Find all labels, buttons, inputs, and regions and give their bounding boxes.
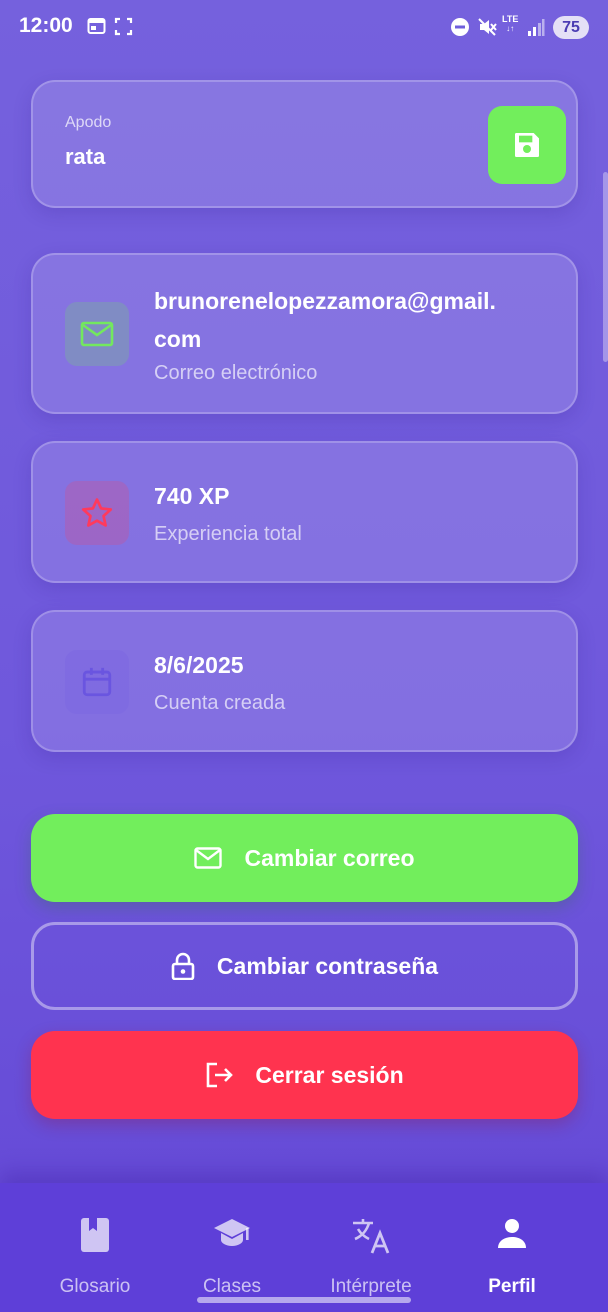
logout-button[interactable]: Cerrar sesión [31, 1031, 578, 1119]
calendar-icon-box [65, 650, 129, 714]
logout-label: Cerrar sesión [255, 1061, 404, 1088]
mute-icon [478, 18, 497, 36]
save-nickname-button[interactable] [488, 106, 566, 184]
mail-icon [194, 847, 223, 869]
status-time: 12:00 [19, 14, 73, 37]
nav-item-profile[interactable]: Perfil [437, 1183, 587, 1312]
bottom-navigation: Glosario Clases Intérprete Perfil [0, 1183, 608, 1312]
status-bar: 12:00 LTE ↓↑ 75 [0, 0, 608, 56]
account-created-card: 8/6/2025 Cuenta creada [31, 610, 578, 752]
calendar-notification-icon [87, 18, 106, 34]
email-card: brunorenelopezzamora@gmail. com Correo el… [31, 253, 578, 414]
network-indicator: LTE ↓↑ [502, 14, 519, 34]
change-password-label: Cambiar contraseña [216, 952, 439, 979]
change-password-button[interactable]: Cambiar contraseña [31, 922, 578, 1010]
calendar-icon [82, 667, 112, 697]
nickname-card: Apodo rata [31, 80, 578, 208]
email-label: Correo electrónico [154, 362, 318, 384]
nav-item-glossary[interactable]: Glosario [20, 1183, 170, 1312]
translate-icon [353, 1219, 390, 1254]
floppy-disk-icon [515, 133, 539, 157]
scrollbar[interactable] [603, 172, 608, 362]
lock-icon [171, 952, 195, 980]
email-icon-box [65, 302, 129, 366]
home-indicator[interactable] [197, 1297, 411, 1303]
nickname-label: Apodo [65, 114, 112, 131]
xp-card: 740 XP Experiencia total [31, 441, 578, 583]
created-date-value: 8/6/2025 [154, 652, 244, 678]
xp-value: 740 XP [154, 483, 230, 509]
star-icon [81, 498, 113, 527]
created-date-label: Cuenta creada [154, 692, 286, 714]
nav-label-interpreter: Intérprete [330, 1276, 412, 1297]
change-email-button[interactable]: Cambiar correo [31, 814, 578, 902]
person-icon [498, 1219, 526, 1248]
screenshot-icon [114, 17, 133, 36]
do-not-disturb-icon [451, 18, 469, 36]
nav-item-classes[interactable]: Clases [157, 1183, 307, 1312]
nav-label-classes: Clases [202, 1276, 262, 1297]
book-icon [81, 1218, 109, 1252]
xp-label: Experiencia total [154, 523, 302, 545]
nav-label-glossary: Glosario [59, 1276, 131, 1297]
mail-icon [80, 321, 114, 347]
signal-icon [528, 19, 545, 36]
xp-icon-box [65, 481, 129, 545]
email-value: brunorenelopezzamora@gmail. com [154, 288, 496, 352]
graduation-cap-icon [214, 1219, 250, 1246]
battery-indicator: 75 [553, 16, 589, 39]
nav-item-interpreter[interactable]: Intérprete [296, 1183, 446, 1312]
change-email-label: Cambiar correo [244, 844, 415, 871]
nickname-input[interactable]: rata [65, 144, 105, 170]
nav-label-profile: Perfil [488, 1276, 536, 1297]
logout-icon [207, 1062, 234, 1088]
